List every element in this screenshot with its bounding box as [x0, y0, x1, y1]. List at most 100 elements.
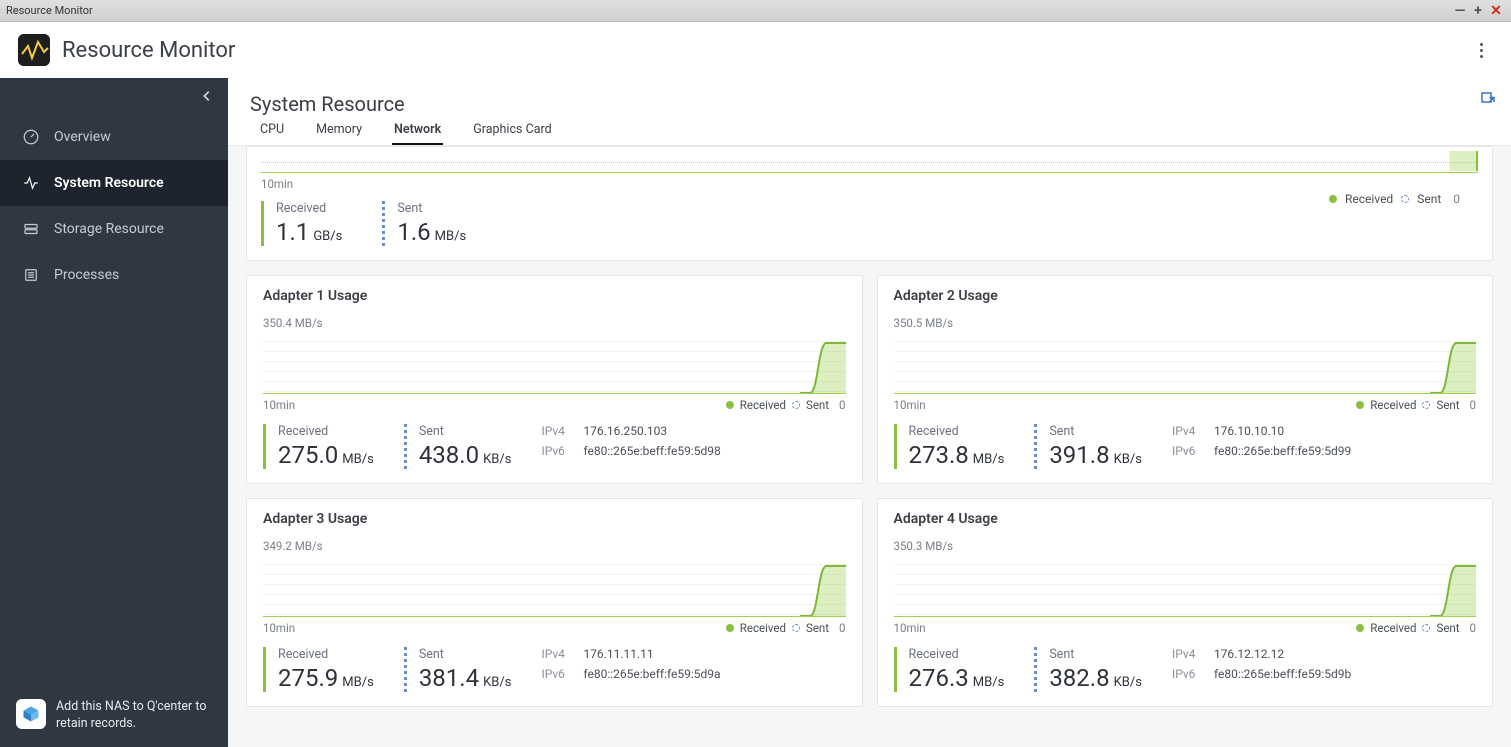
stat-value: 438.0 — [419, 441, 479, 469]
stat-unit: MB/s — [973, 452, 1005, 467]
legend-zero-label: 0 — [839, 621, 845, 635]
stat-value: 276.3 — [909, 664, 969, 692]
received-legend-icon — [726, 624, 734, 632]
adapter-title: Adapter 1 Usage — [263, 288, 846, 304]
stat-unit: KB/s — [483, 675, 511, 690]
stat-value: 273.8 — [909, 441, 969, 469]
legend-sent-label: Sent — [1436, 398, 1459, 412]
ipv4-label: IPv4 — [1172, 647, 1202, 661]
stat-unit: KB/s — [1114, 675, 1142, 690]
sent-legend-icon — [1422, 401, 1430, 409]
adapter-title: Adapter 4 Usage — [894, 511, 1477, 527]
adapter-card: Adapter 1 Usage 350.4 MB/s 10min Receive… — [246, 275, 863, 484]
chart-legend: Received Sent 0 — [726, 398, 846, 412]
stat-label: Sent — [1049, 424, 1142, 439]
ipv4-value: 176.16.250.103 — [583, 424, 667, 438]
adapter-received-stat: Received 273.8 MB/s — [894, 424, 1005, 469]
legend-received-label: Received — [740, 398, 786, 412]
chart-max-label: 350.3 MB/s — [894, 539, 1477, 553]
stat-value: 275.9 — [278, 664, 338, 692]
stat-value: 1.6 — [397, 218, 430, 246]
sent-legend-icon — [792, 624, 800, 632]
main-panel: System Resource CPU Memory Network Graph… — [228, 78, 1511, 747]
legend-zero-label: 0 — [1453, 192, 1460, 206]
sidebar-item-overview[interactable]: Overview — [0, 114, 228, 160]
legend-received-label: Received — [1345, 192, 1393, 206]
ipv6-value: fe80::265e:beff:fe59:5d98 — [583, 444, 720, 458]
stat-unit: GB/s — [313, 229, 342, 244]
stat-value: 1.1 — [276, 218, 309, 246]
chart-legend: Received Sent 0 — [1356, 621, 1476, 635]
ipv4-value: 176.10.10.10 — [1214, 424, 1284, 438]
sidebar: Overview System Resource Storage Resourc… — [0, 78, 228, 747]
ipv6-label: IPv6 — [1172, 667, 1202, 681]
stat-value: 382.8 — [1049, 664, 1109, 692]
ipv6-label: IPv6 — [1172, 444, 1202, 458]
ipv6-label: IPv6 — [541, 667, 571, 681]
ipv4-value: 176.11.11.11 — [583, 647, 653, 661]
legend-sent-label: Sent — [806, 398, 829, 412]
app-title: Resource Monitor — [62, 38, 235, 63]
received-legend-icon — [726, 401, 734, 409]
adapter-chart — [263, 332, 846, 394]
stat-unit: KB/s — [1114, 452, 1142, 467]
app-icon — [18, 34, 50, 66]
ipv4-label: IPv4 — [1172, 424, 1202, 438]
sent-legend-icon — [792, 401, 800, 409]
stat-unit: MB/s — [342, 675, 374, 690]
sidebar-collapse-button[interactable] — [0, 78, 228, 114]
ipv6-label: IPv6 — [541, 444, 571, 458]
legend-received-label: Received — [1370, 621, 1416, 635]
sidebar-item-system-resource[interactable]: System Resource — [0, 160, 228, 206]
sidebar-item-label: Storage Resource — [54, 221, 164, 237]
tab-graphics-card[interactable]: Graphics Card — [471, 116, 553, 145]
time-axis-label: 10min — [261, 177, 293, 191]
window-titlebar: Resource Monitor — + ✕ — [0, 0, 1511, 22]
legend-received-label: Received — [740, 621, 786, 635]
window-minimize-button[interactable]: — — [1451, 3, 1469, 19]
stat-label: Sent — [419, 424, 512, 439]
stat-unit: MB/s — [973, 675, 1005, 690]
sidebar-footer[interactable]: Add this NAS to Q'center to retain recor… — [0, 685, 228, 747]
stat-value: 391.8 — [1049, 441, 1109, 469]
received-legend-icon — [1356, 401, 1364, 409]
window-close-button[interactable]: ✕ — [1487, 3, 1505, 19]
ipv6-value: fe80::265e:beff:fe59:5d9a — [583, 667, 720, 681]
adapter-card: Adapter 4 Usage 350.3 MB/s 10min Receive… — [877, 498, 1494, 707]
tab-network[interactable]: Network — [392, 116, 443, 145]
overall-chart — [261, 151, 1478, 173]
legend-sent-label: Sent — [1436, 621, 1459, 635]
sidebar-item-storage-resource[interactable]: Storage Resource — [0, 206, 228, 252]
legend-zero-label: 0 — [1470, 398, 1476, 412]
sidebar-item-label: Overview — [54, 129, 111, 145]
sidebar-item-processes[interactable]: Processes — [0, 252, 228, 298]
adapter-sent-stat: Sent 381.4KB/s — [404, 647, 512, 692]
legend-sent-label: Sent — [1417, 192, 1441, 206]
sent-legend-icon — [1422, 624, 1430, 632]
adapter-chart — [263, 555, 846, 617]
chevron-left-icon — [200, 89, 214, 103]
adapter-chart — [894, 332, 1477, 394]
chart-legend: Received Sent 0 — [1329, 192, 1460, 206]
detach-window-button[interactable] — [1475, 86, 1501, 112]
more-menu-button[interactable] — [1469, 38, 1493, 62]
stat-label: Received — [278, 647, 374, 662]
tab-cpu[interactable]: CPU — [258, 116, 286, 145]
legend-zero-label: 0 — [839, 398, 845, 412]
adapter-received-stat: Received 276.3MB/s — [894, 647, 1005, 692]
content-scroll[interactable]: 10min Received Sent 0 Received 1.1 GB/s — [228, 146, 1511, 719]
stat-label: Sent — [397, 201, 466, 216]
ipv6-value: fe80::265e:beff:fe59:5d99 — [1214, 444, 1351, 458]
overall-sent-stat: Sent 1.6 MB/s — [382, 201, 466, 246]
stat-label: Received — [909, 424, 1005, 439]
legend-received-label: Received — [1370, 398, 1416, 412]
chart-max-label: 350.4 MB/s — [263, 316, 846, 330]
adapter-ip-block: IPv4176.16.250.103 IPv6fe80::265e:beff:f… — [541, 424, 720, 464]
adapter-chart — [894, 555, 1477, 617]
stat-unit: MB/s — [435, 229, 467, 244]
chart-legend: Received Sent 0 — [1356, 398, 1476, 412]
tab-memory[interactable]: Memory — [314, 116, 364, 145]
stat-value: 381.4 — [419, 664, 479, 692]
adapter-sent-stat: Sent 391.8 KB/s — [1034, 424, 1142, 469]
window-maximize-button[interactable]: + — [1469, 3, 1487, 19]
